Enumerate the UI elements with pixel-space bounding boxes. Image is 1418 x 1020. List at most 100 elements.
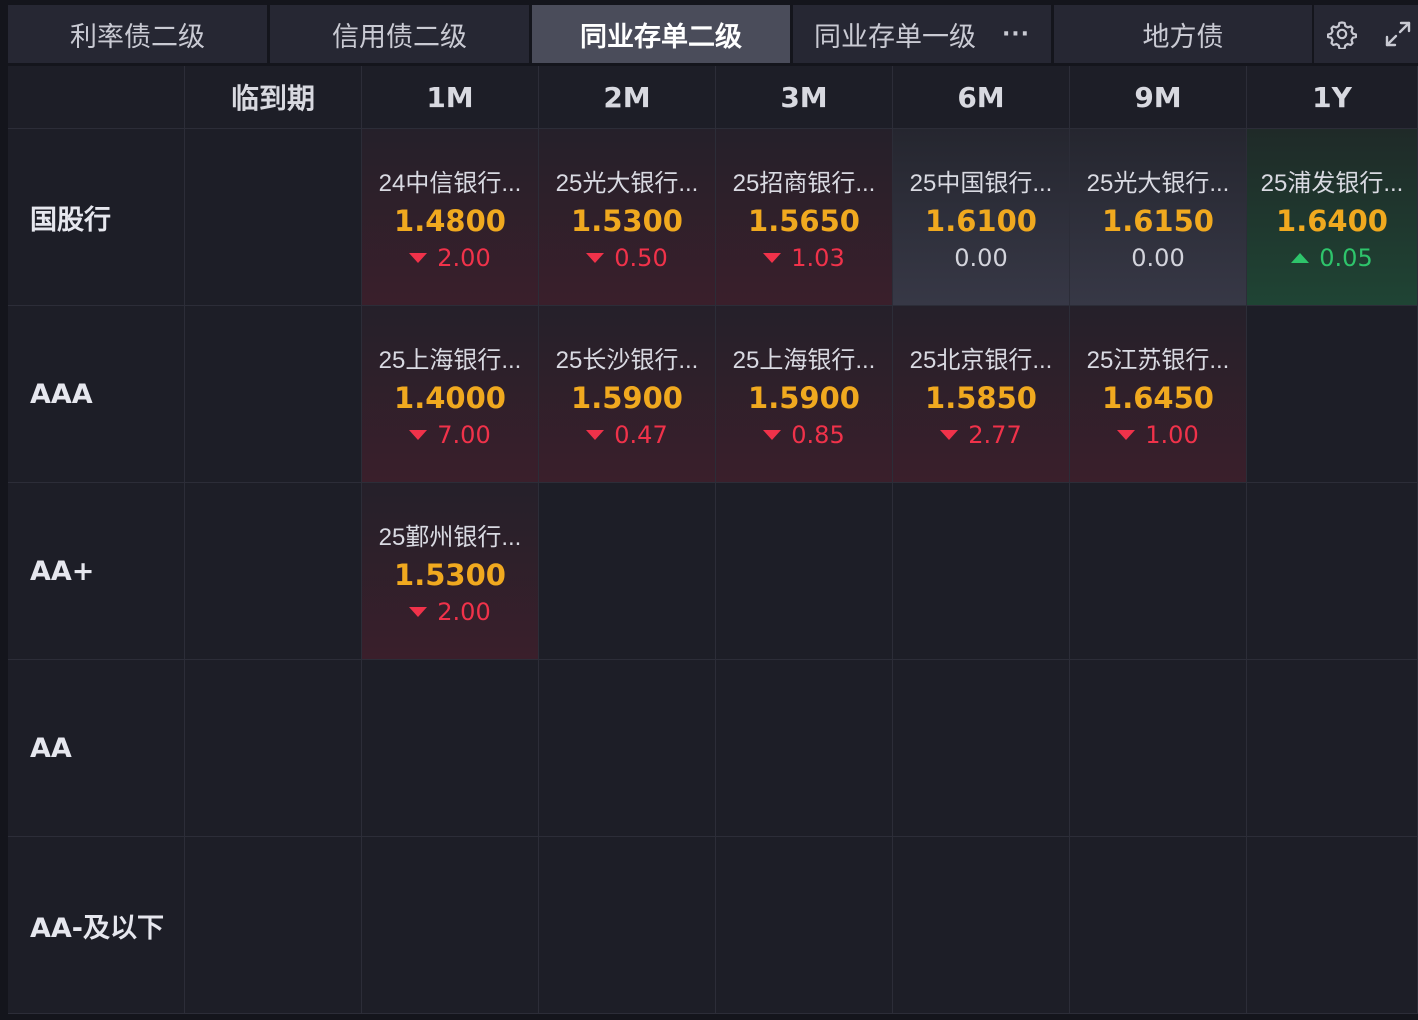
yield-change: 2.77 bbox=[940, 421, 1022, 449]
bond-name: 25光大银行... bbox=[555, 170, 699, 197]
up-triangle-icon bbox=[1291, 253, 1310, 263]
change-value: 0.47 bbox=[614, 421, 668, 449]
change-value: 0.00 bbox=[1131, 244, 1185, 272]
ncd-yield-matrix: 临到期 1M 2M 3M 6M 9M 1Y 国股行 24中信银行... 1.4800… bbox=[8, 66, 1418, 1014]
change-value: 2.00 bbox=[437, 244, 491, 272]
down-triangle-icon bbox=[586, 430, 605, 440]
empty-cell bbox=[539, 837, 716, 1014]
row-header: AA-及以下 bbox=[8, 837, 185, 1014]
column-header-1y: 1Y bbox=[1247, 66, 1418, 129]
yield-change: 2.00 bbox=[409, 598, 491, 626]
empty-cell bbox=[362, 837, 539, 1014]
change-value: 2.77 bbox=[968, 421, 1022, 449]
corner-header bbox=[8, 66, 185, 129]
gear-icon[interactable] bbox=[1327, 19, 1357, 49]
column-header-1m: 1M bbox=[362, 66, 539, 129]
bond-cell[interactable]: 25浦发银行... 1.6400 0.05 bbox=[1247, 129, 1418, 306]
column-header-2m: 2M bbox=[539, 66, 716, 129]
empty-cell bbox=[362, 660, 539, 837]
tab-label: 信用债二级 bbox=[332, 21, 467, 53]
down-triangle-icon bbox=[763, 430, 782, 440]
empty-cell bbox=[893, 837, 1070, 1014]
empty-cell bbox=[539, 660, 716, 837]
empty-cell bbox=[185, 306, 362, 483]
bond-yield: 1.5900 bbox=[571, 381, 683, 415]
bottom-border bbox=[0, 1014, 1418, 1020]
tab-rate-bond-secondary[interactable]: 利率债二级 bbox=[8, 5, 267, 63]
left-border bbox=[0, 66, 8, 1020]
down-triangle-icon bbox=[409, 253, 428, 263]
bond-yield: 1.5650 bbox=[748, 204, 860, 238]
bond-yield: 1.5850 bbox=[925, 381, 1037, 415]
bond-yield: 1.5300 bbox=[571, 204, 683, 238]
bond-cell[interactable]: 25光大银行... 1.6150 0.00 bbox=[1070, 129, 1247, 306]
empty-cell bbox=[539, 483, 716, 660]
empty-cell bbox=[716, 660, 893, 837]
empty-cell bbox=[1247, 483, 1418, 660]
yield-change: 0.85 bbox=[763, 421, 845, 449]
bond-yield: 1.6400 bbox=[1276, 204, 1388, 238]
bond-name: 24中信银行... bbox=[378, 170, 522, 197]
tab-label: 利率债二级 bbox=[70, 21, 205, 53]
bond-name: 25长沙银行... bbox=[555, 347, 699, 374]
bond-yield: 1.6100 bbox=[925, 204, 1037, 238]
empty-cell bbox=[185, 483, 362, 660]
bond-cell[interactable]: 25北京银行... 1.5850 2.77 bbox=[893, 306, 1070, 483]
empty-cell bbox=[1070, 483, 1247, 660]
column-header-6m: 6M bbox=[893, 66, 1070, 129]
bond-cell[interactable]: 25上海银行... 1.4000 7.00 bbox=[362, 306, 539, 483]
more-icon[interactable]: ··· bbox=[1002, 22, 1030, 47]
down-triangle-icon bbox=[763, 253, 782, 263]
expand-icon[interactable] bbox=[1383, 19, 1413, 49]
tab-label: 同业存单二级 bbox=[580, 21, 742, 53]
empty-cell bbox=[185, 129, 362, 306]
yield-change: 1.00 bbox=[1117, 421, 1199, 449]
bond-cell[interactable]: 25鄞州银行... 1.5300 2.00 bbox=[362, 483, 539, 660]
empty-cell bbox=[1247, 837, 1418, 1014]
tab-ncd-secondary[interactable]: 同业存单二级 bbox=[532, 5, 790, 63]
bond-name: 25浦发银行... bbox=[1260, 170, 1404, 197]
row-header: AA+ bbox=[8, 483, 185, 660]
toolbar bbox=[1314, 5, 1418, 63]
row-header: AAA bbox=[8, 306, 185, 483]
change-value: 7.00 bbox=[437, 421, 491, 449]
empty-cell bbox=[185, 837, 362, 1014]
tab-ncd-primary[interactable]: 同业存单一级 ··· bbox=[793, 5, 1051, 63]
bond-cell[interactable]: 25上海银行... 1.5900 0.85 bbox=[716, 306, 893, 483]
change-value: 1.00 bbox=[1145, 421, 1199, 449]
yield-change: 7.00 bbox=[409, 421, 491, 449]
change-value: 1.03 bbox=[791, 244, 845, 272]
app-window: 利率债二级 信用债二级 同业存单二级 同业存单一级 ··· 地方债 临到期 1M… bbox=[0, 0, 1418, 1020]
row-header: 国股行 bbox=[8, 129, 185, 306]
bond-yield: 1.4800 bbox=[394, 204, 506, 238]
tab-credit-bond-secondary[interactable]: 信用债二级 bbox=[270, 5, 529, 63]
bond-name: 25招商银行... bbox=[732, 170, 876, 197]
bond-name: 25鄞州银行... bbox=[378, 524, 522, 551]
tab-label: 同业存单一级 bbox=[813, 21, 976, 53]
empty-cell bbox=[716, 837, 893, 1014]
bond-cell[interactable]: 25长沙银行... 1.5900 0.47 bbox=[539, 306, 716, 483]
change-value: 2.00 bbox=[437, 598, 491, 626]
tab-bar: 利率债二级 信用债二级 同业存单二级 同业存单一级 ··· 地方债 bbox=[0, 0, 1418, 66]
bond-cell[interactable]: 25江苏银行... 1.6450 1.00 bbox=[1070, 306, 1247, 483]
tab-local-gov-bond[interactable]: 地方债 bbox=[1054, 5, 1312, 63]
bond-yield: 1.6150 bbox=[1102, 204, 1214, 238]
bond-cell[interactable]: 24中信银行... 1.4800 2.00 bbox=[362, 129, 539, 306]
column-header-3m: 3M bbox=[716, 66, 893, 129]
column-header-maturing: 临到期 bbox=[185, 66, 362, 129]
yield-change: 0.00 bbox=[954, 244, 1007, 272]
change-value: 0.05 bbox=[1319, 244, 1373, 272]
down-triangle-icon bbox=[1117, 430, 1136, 440]
bond-cell[interactable]: 25中国银行... 1.6100 0.00 bbox=[893, 129, 1070, 306]
empty-cell bbox=[1247, 660, 1418, 837]
bond-cell[interactable]: 25光大银行... 1.5300 0.50 bbox=[539, 129, 716, 306]
tab-label: 地方债 bbox=[1142, 21, 1224, 53]
empty-cell bbox=[893, 483, 1070, 660]
bond-name: 25上海银行... bbox=[378, 347, 522, 374]
bond-cell[interactable]: 25招商银行... 1.5650 1.03 bbox=[716, 129, 893, 306]
column-header-9m: 9M bbox=[1070, 66, 1247, 129]
empty-cell bbox=[185, 660, 362, 837]
empty-cell bbox=[1070, 837, 1247, 1014]
yield-change: 0.00 bbox=[1131, 244, 1184, 272]
yield-change: 1.03 bbox=[763, 244, 845, 272]
